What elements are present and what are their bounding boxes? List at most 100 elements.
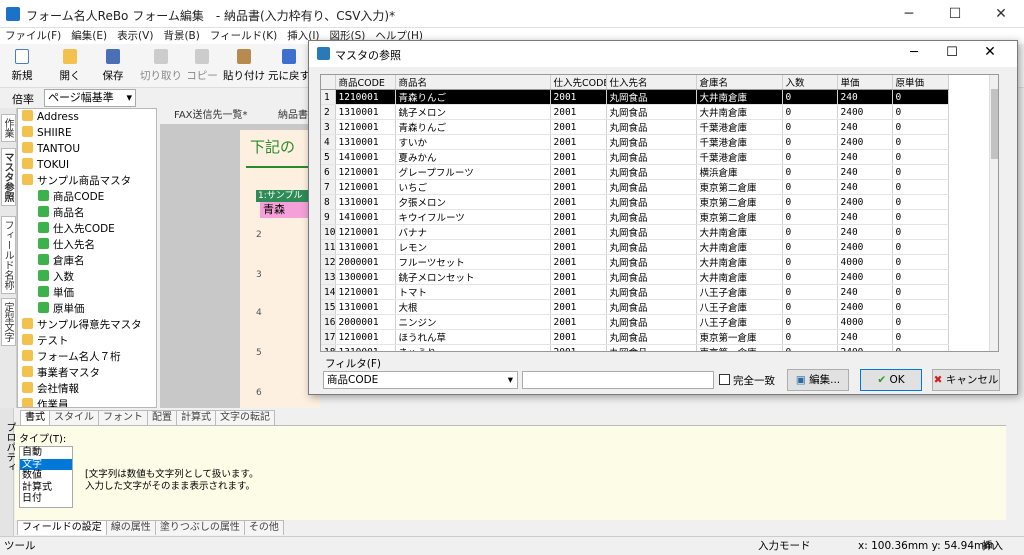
tree-item[interactable]: フォーム名人７桁 xyxy=(22,349,121,365)
column-header[interactable] xyxy=(321,75,336,90)
ok-button[interactable]: ✔ OK xyxy=(860,369,922,391)
tree-item[interactable]: 倉庫名 xyxy=(38,253,85,269)
tree-item[interactable]: テスト xyxy=(22,333,69,349)
tab-format[interactable]: 書式 xyxy=(20,410,50,425)
table-row[interactable]: 6 1210001 グレープフルーツ 2001 丸岡食品 横浜倉庫 0 240 0 xyxy=(321,164,949,180)
tab-transfer[interactable]: 文字の転記 xyxy=(215,410,275,425)
type-option[interactable]: 文字 xyxy=(20,458,72,470)
scroll-thumb[interactable] xyxy=(991,89,998,159)
menu-field[interactable]: フィールド(K) xyxy=(205,28,282,44)
column-header[interactable]: 単価 xyxy=(837,75,893,90)
dialog-minimize-button[interactable]: ─ xyxy=(899,45,929,60)
tree-item[interactable]: SHIIRE xyxy=(22,125,72,141)
tab-field-names[interactable]: フィールド名称 xyxy=(1,216,16,294)
menu-edit[interactable]: 編集(E) xyxy=(66,28,112,44)
table-row[interactable]: 181310001きゅうり2001丸岡食品東京第一倉庫024000 xyxy=(321,344,949,351)
table-row[interactable]: 5 1410001 夏みかん 2001 丸岡食品 千葉港倉庫 0 240 0 xyxy=(321,149,949,165)
zoom-select[interactable]: ページ幅基準 ▾ xyxy=(44,89,136,107)
grid-scrollbar[interactable] xyxy=(989,75,998,351)
table-row[interactable]: 10 1210001 バナナ 2001 丸岡食品 大井南倉庫 0 240 0 xyxy=(321,224,949,240)
tab-fill-attributes[interactable]: 塗りつぶしの属性 xyxy=(154,520,245,535)
tree-item[interactable]: 商品CODE xyxy=(38,189,104,205)
tab-master-ref[interactable]: マスタ参照 xyxy=(1,148,16,206)
tab-field-settings[interactable]: フィールドの設定 xyxy=(17,520,107,535)
tab-delivery-note[interactable]: 納品書 xyxy=(278,108,308,124)
tree-item[interactable]: 入数 xyxy=(38,269,74,285)
table-cell: 2400 xyxy=(837,104,893,120)
column-header[interactable]: 入数 xyxy=(782,75,838,90)
tree-item[interactable]: 会社情報 xyxy=(22,381,79,397)
tab-fax-list[interactable]: FAX送信先一覧* xyxy=(174,108,248,124)
tree-item[interactable]: 仕入先名 xyxy=(38,237,95,253)
column-header[interactable]: 原単価 xyxy=(892,75,949,90)
tree-item[interactable]: 仕入先CODE xyxy=(38,221,115,237)
table-row[interactable]: 7 1210001 いちご 2001 丸岡食品 東京第二倉庫 0 240 0 xyxy=(321,179,949,195)
properties-side-tab[interactable]: プロパティ xyxy=(0,408,15,536)
menu-file[interactable]: ファイル(F) xyxy=(0,28,66,44)
tab-other[interactable]: その他 xyxy=(243,520,284,535)
tab-style[interactable]: スタイル xyxy=(49,410,99,425)
table-cell: 東京第二倉庫 xyxy=(696,194,783,210)
table-row[interactable]: 4 1310001 すいか 2001 丸岡食品 千葉港倉庫 0 2400 0 xyxy=(321,134,949,150)
table-row[interactable]: 3 1210001 青森りんご 2001 丸岡食品 千葉港倉庫 0 240 0 xyxy=(321,119,949,135)
table-row[interactable]: 16 2000001 ニンジン 2001 丸岡食品 八王子倉庫 0 4000 0 xyxy=(321,314,949,330)
tab-align[interactable]: 配置 xyxy=(147,410,177,425)
maximize-button[interactable]: ☐ xyxy=(932,0,978,28)
tree-item[interactable]: Address xyxy=(22,109,79,125)
table-row[interactable]: 1 1210001 青森りんご 2001 丸岡食品 大井南倉庫 0 240 0 xyxy=(321,89,949,105)
tab-line-attributes[interactable]: 線の属性 xyxy=(105,520,156,535)
table-row[interactable]: 11 1310001 レモン 2001 丸岡食品 大井南倉庫 0 2400 0 xyxy=(321,239,949,255)
exact-match-checkbox[interactable] xyxy=(719,374,730,385)
table-row[interactable]: 12 2000001 フルーツセット 2001 丸岡食品 大井南倉庫 0 4000 0 xyxy=(321,254,949,270)
tree-item[interactable]: 事業者マスタ xyxy=(22,365,100,381)
tree-item[interactable]: サンプル商品マスタ xyxy=(22,173,131,189)
paste-button[interactable]: 貼り付け xyxy=(222,47,266,85)
tab-font[interactable]: フォント xyxy=(98,410,148,425)
menu-view[interactable]: 表示(V) xyxy=(112,28,158,44)
column-header[interactable]: 商品CODE xyxy=(335,75,396,90)
tab-work[interactable]: 作業 xyxy=(1,114,16,142)
dialog-maximize-button[interactable]: ☐ xyxy=(937,45,967,60)
tree-item[interactable]: 原単価 xyxy=(38,301,85,317)
column-header[interactable]: 仕入先名 xyxy=(606,75,697,90)
type-option[interactable]: 数値 xyxy=(20,470,72,482)
tree-item[interactable]: サンプル得意先マスタ xyxy=(22,317,142,333)
table-row[interactable]: 17 1210001 ほうれん草 2001 丸岡食品 東京第一倉庫 0 240 0 xyxy=(321,329,949,345)
props-scrollbar[interactable] xyxy=(1006,425,1024,520)
tree-item[interactable]: 単価 xyxy=(38,285,74,301)
column-header[interactable]: 商品名 xyxy=(395,75,551,90)
type-option[interactable]: 計算式 xyxy=(20,482,72,494)
type-option[interactable]: 自動 xyxy=(20,447,72,459)
new-button[interactable]: 新規 xyxy=(4,47,40,85)
undo-button[interactable]: 元に戻す xyxy=(268,47,310,85)
cut-button[interactable]: 切り取り xyxy=(140,47,182,85)
close-button[interactable]: ✕ xyxy=(978,0,1024,28)
minimize-button[interactable]: ─ xyxy=(886,0,932,28)
table-row[interactable]: 15 1310001 大根 2001 丸岡食品 八王子倉庫 0 2400 0 xyxy=(321,299,949,315)
tree-item[interactable]: 商品名 xyxy=(38,205,85,221)
save-button[interactable]: 保存 xyxy=(95,47,131,85)
edit-button[interactable]: ▣ 編集... xyxy=(787,369,849,391)
table-row[interactable]: 9 1410001 キウイフルーツ 2001 丸岡食品 東京第二倉庫 0 240 0 xyxy=(321,209,949,225)
open-button[interactable]: 開く xyxy=(52,47,88,85)
master-grid[interactable]: 商品CODE 商品名 仕入先CODE 仕入先名 倉庫名 入数 単価 原単価 1 1210001 青… xyxy=(320,74,999,352)
cancel-button[interactable]: ✖ キャンセル xyxy=(932,369,1000,391)
type-option[interactable]: 日付 xyxy=(20,493,72,505)
column-header[interactable]: 仕入先CODE xyxy=(550,75,607,90)
table-row[interactable]: 2 1310001 銚子メロン 2001 丸岡食品 大井南倉庫 0 2400 0 xyxy=(321,104,949,120)
filter-input[interactable] xyxy=(522,371,714,389)
column-header[interactable]: 倉庫名 xyxy=(696,75,783,90)
type-list[interactable]: 自動 文字 数値 計算式 日付 xyxy=(19,446,73,508)
table-row[interactable]: 13 1300001 銚子メロンセット 2001 丸岡食品 大井南倉庫 0 2400 0 xyxy=(321,269,949,285)
menu-background[interactable]: 背景(B) xyxy=(158,28,204,44)
copy-button[interactable]: コピー xyxy=(184,47,220,85)
table-row[interactable]: 8 1310001 夕張メロン 2001 丸岡食品 東京第二倉庫 0 2400 0 xyxy=(321,194,949,210)
tree-item[interactable]: TANTOU xyxy=(22,141,80,157)
tab-fixed-text[interactable]: 定型文字 xyxy=(1,298,16,346)
tree-item[interactable]: 作業員 xyxy=(22,397,69,407)
tree-item[interactable]: TOKUI xyxy=(22,157,69,173)
tab-formula[interactable]: 計算式 xyxy=(176,410,216,425)
dialog-close-button[interactable]: ✕ xyxy=(975,44,1005,60)
table-row[interactable]: 14 1210001 トマト 2001 丸岡食品 八王子倉庫 0 240 0 xyxy=(321,284,949,300)
filter-field-select[interactable]: 商品CODE ▾ xyxy=(323,371,518,389)
